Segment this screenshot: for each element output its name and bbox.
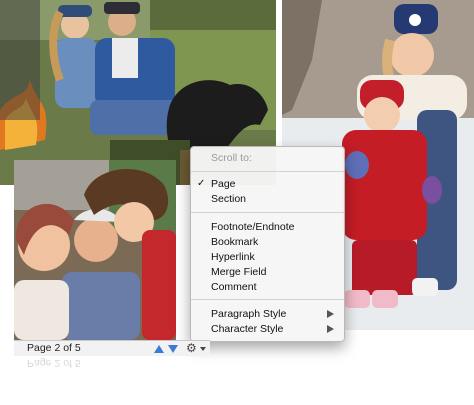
status-bar: Page 2 of 5 ⚙ <box>14 340 210 356</box>
page-indicator: Page 2 of 5 <box>27 342 81 354</box>
submenu-arrow-icon <box>327 325 334 333</box>
menu-item-label: Comment <box>211 281 257 293</box>
menu-header: Scroll to: <box>191 151 344 165</box>
menu-item-label: Paragraph Style <box>211 308 287 320</box>
checkmark-icon: ✓ <box>197 178 206 189</box>
menu-item-bookmark[interactable]: Bookmark <box>191 235 344 249</box>
menu-item-label: Character Style <box>211 323 284 335</box>
menu-item-hyperlink[interactable]: Hyperlink <box>191 250 344 264</box>
menu-item-paragraph-style[interactable]: Paragraph Style <box>191 307 344 321</box>
gear-icon[interactable]: ⚙ <box>186 341 197 355</box>
scroll-to-menu: Scroll to: ✓ Page Section Footnote/Endno… <box>190 146 345 342</box>
up-arrow-icon[interactable] <box>154 345 164 353</box>
menu-item-section[interactable]: Section <box>191 192 344 206</box>
menu-item-label: Section <box>211 193 247 205</box>
menu-item-comment[interactable]: Comment <box>191 280 344 294</box>
page-indicator-reflection: Page 2 of 5 <box>27 357 81 369</box>
menu-item-label: Page <box>211 178 236 190</box>
menu-item-label: Footnote/Endnote <box>211 221 295 233</box>
menu-item-page[interactable]: ✓ Page <box>191 177 344 191</box>
chevron-down-icon[interactable] <box>200 347 206 351</box>
submenu-arrow-icon <box>327 310 334 318</box>
menu-item-merge-field[interactable]: Merge Field <box>191 265 344 279</box>
menu-item-label: Merge Field <box>211 266 267 278</box>
menu-separator <box>191 171 344 172</box>
grandparents-photo <box>14 160 176 340</box>
menu-item-label: Hyperlink <box>211 251 255 263</box>
menu-item-label: Bookmark <box>211 236 259 248</box>
menu-separator <box>191 212 344 213</box>
status-bar-reflection: Page 2 of 5 <box>14 356 210 370</box>
menu-header-label: Scroll to: <box>211 152 252 164</box>
menu-separator <box>191 299 344 300</box>
menu-item-footnote-endnote[interactable]: Footnote/Endnote <box>191 220 344 234</box>
down-arrow-icon[interactable] <box>168 345 178 353</box>
menu-item-character-style[interactable]: Character Style <box>191 322 344 336</box>
